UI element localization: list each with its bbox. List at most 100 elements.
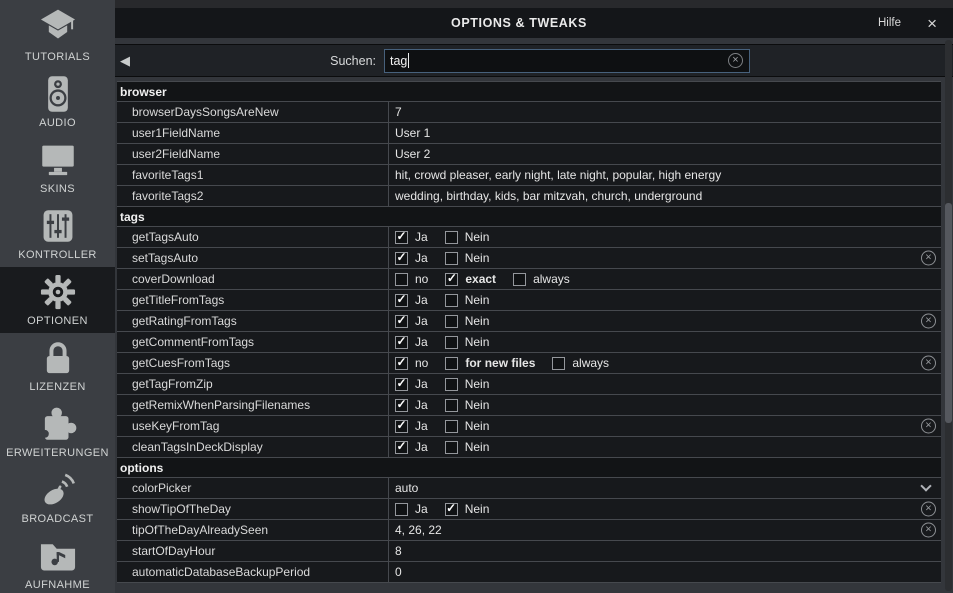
setting-name: favoriteTags2	[117, 186, 389, 206]
setting-row-tipOfTheDayAlreadySeen: tipOfTheDayAlreadySeen4, 26, 22×	[117, 519, 941, 540]
setting-name: getTitleFromTags	[117, 290, 389, 310]
sidebar-item-optionen[interactable]: OPTIONEN	[0, 267, 115, 333]
checkbox[interactable]: ✓	[395, 336, 408, 349]
check-icon: ✓	[446, 502, 456, 514]
reset-icon[interactable]: ×	[921, 419, 936, 434]
chevron-down-icon[interactable]	[920, 480, 931, 491]
checkbox[interactable]: ✓	[445, 503, 458, 516]
check-icon: ✓	[396, 335, 406, 347]
choice-label: Ja	[415, 251, 428, 265]
checkbox[interactable]	[445, 420, 458, 433]
reset-icon[interactable]: ×	[921, 251, 936, 266]
checkbox[interactable]	[445, 315, 458, 328]
close-icon[interactable]: ×	[927, 8, 937, 38]
setting-value: ✓JaNein	[389, 395, 941, 415]
choice-label: Ja	[415, 314, 428, 328]
setting-row-browserDaysSongsAreNew: browserDaysSongsAreNew7	[117, 101, 941, 122]
help-button[interactable]: Hilfe	[878, 8, 901, 38]
checkbox[interactable]	[445, 399, 458, 412]
setting-name: favoriteTags1	[117, 165, 389, 185]
reset-icon[interactable]: ×	[921, 523, 936, 538]
sidebar-item-kontroller[interactable]: KONTROLLER	[0, 201, 115, 267]
sidebar-item-erweiterungen[interactable]: ERWEITERUNGEN	[0, 399, 115, 465]
setting-row-getRatingFromTags: getRatingFromTags✓JaNein×	[117, 310, 941, 331]
checkbox[interactable]	[445, 441, 458, 454]
checkbox[interactable]	[445, 294, 458, 307]
setting-value[interactable]: 8	[389, 541, 941, 561]
setting-value[interactable]: User 1	[389, 123, 941, 143]
checkbox[interactable]	[395, 503, 408, 516]
checkbox[interactable]	[445, 357, 458, 370]
checkbox[interactable]	[552, 357, 565, 370]
checkbox[interactable]: ✓	[395, 399, 408, 412]
sidebar-item-skins[interactable]: SKINS	[0, 135, 115, 201]
reset-icon[interactable]: ×	[921, 502, 936, 517]
check-icon: ✓	[396, 314, 406, 326]
checkbox[interactable]	[513, 273, 526, 286]
setting-row-getTagFromZip: getTagFromZip✓JaNein	[117, 373, 941, 394]
checkbox[interactable]: ✓	[395, 252, 408, 265]
scrollbar-thumb[interactable]	[945, 203, 952, 423]
lock-icon	[36, 336, 80, 380]
choice-label: for new files	[465, 356, 535, 370]
setting-name: cleanTagsInDeckDisplay	[117, 437, 389, 457]
setting-name: user1FieldName	[117, 123, 389, 143]
choice-label: Ja	[415, 293, 428, 307]
checkbox[interactable]: ✓	[395, 315, 408, 328]
setting-value[interactable]: hit, crowd pleaser, early night, late ni…	[389, 165, 941, 185]
choice-label: Nein	[465, 419, 490, 433]
setting-row-showTipOfTheDay: showTipOfTheDayJa✓Nein×	[117, 498, 941, 519]
setting-value[interactable]: wedding, birthday, kids, bar mitzvah, ch…	[389, 186, 941, 206]
section-header-tags: tags	[117, 206, 941, 226]
checkbox[interactable]: ✓	[395, 357, 408, 370]
value-text: wedding, birthday, kids, bar mitzvah, ch…	[395, 189, 702, 203]
checkbox[interactable]: ✓	[395, 231, 408, 244]
window-top-strip	[115, 0, 953, 8]
checkbox[interactable]: ✓	[395, 420, 408, 433]
search-value: tag	[385, 54, 407, 68]
checkbox[interactable]	[445, 231, 458, 244]
choice-label: Ja	[415, 230, 428, 244]
check-icon: ✓	[396, 419, 406, 431]
vertical-scrollbar[interactable]	[945, 40, 952, 591]
setting-value[interactable]: 4, 26, 22×	[389, 520, 941, 540]
back-arrow-icon[interactable]: ◀	[115, 53, 130, 69]
sidebar-item-label: KONTROLLER	[18, 249, 97, 261]
reset-icon[interactable]: ×	[921, 356, 936, 371]
sidebar-item-broadcast[interactable]: BROADCAST	[0, 465, 115, 531]
checkbox[interactable]: ✓	[395, 441, 408, 454]
setting-value[interactable]: auto	[389, 478, 941, 498]
choice-label: Ja	[415, 335, 428, 349]
settings-table: browserbrowserDaysSongsAreNew7user1Field…	[117, 81, 941, 583]
setting-value: ✓JaNein	[389, 290, 941, 310]
sidebar-item-label: AUFNAHME	[25, 579, 90, 591]
sidebar-item-aufnahme[interactable]: AUFNAHME	[0, 531, 115, 593]
choice-label: Nein	[465, 314, 490, 328]
checkbox[interactable]	[445, 336, 458, 349]
sidebar-item-tutorials[interactable]: TUTORIALS	[0, 3, 115, 69]
sidebar-item-audio[interactable]: AUDIO	[0, 69, 115, 135]
reset-icon[interactable]: ×	[921, 314, 936, 329]
check-icon: ✓	[396, 293, 406, 305]
setting-row-getCuesFromTags: getCuesFromTags✓nofor new filesalways×	[117, 352, 941, 373]
checkbox[interactable]: ✓	[395, 294, 408, 307]
checkbox[interactable]	[445, 378, 458, 391]
section-header-options: options	[117, 457, 941, 477]
antenna-icon	[36, 468, 80, 512]
setting-value[interactable]: User 2	[389, 144, 941, 164]
checkbox[interactable]	[395, 273, 408, 286]
setting-name: colorPicker	[117, 478, 389, 498]
search-input[interactable]: tag ×	[384, 49, 750, 73]
clear-search-icon[interactable]: ×	[728, 53, 743, 68]
setting-name: getCommentFromTags	[117, 332, 389, 352]
setting-row-user2FieldName: user2FieldNameUser 2	[117, 143, 941, 164]
setting-row-coverDownload: coverDownloadno✓exactalways	[117, 268, 941, 289]
setting-value[interactable]: 7	[389, 102, 941, 122]
checkbox[interactable]: ✓	[395, 378, 408, 391]
setting-row-getRemixWhenParsingFilenames: getRemixWhenParsingFilenames✓JaNein	[117, 394, 941, 415]
checkbox[interactable]: ✓	[445, 273, 458, 286]
choice-label: Ja	[415, 377, 428, 391]
sidebar-item-lizenzen[interactable]: LIZENZEN	[0, 333, 115, 399]
setting-value[interactable]: 0	[389, 562, 941, 582]
checkbox[interactable]	[445, 252, 458, 265]
